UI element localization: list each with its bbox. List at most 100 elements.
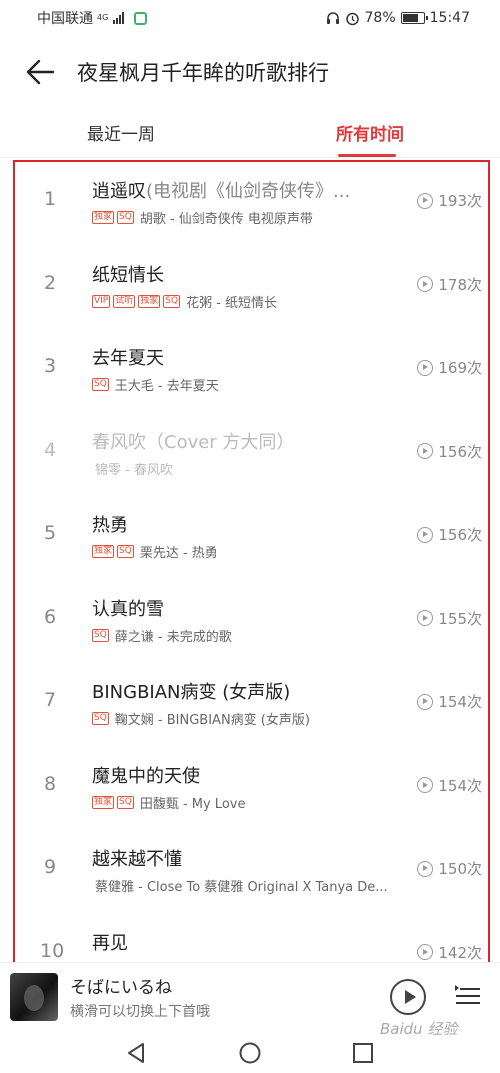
song-title: BINGBIAN病变 (女声版) <box>92 678 392 704</box>
song-meta: SQ 王大毛 - 去年夏天 <box>92 375 412 394</box>
song-title-text: 热勇 <box>92 515 128 536</box>
song-rank: 1 <box>43 188 57 210</box>
play-count-icon <box>417 860 434 877</box>
song-rank: 10 <box>40 939 65 961</box>
song-artist-album: 锦零 - 春风吹 <box>95 462 173 478</box>
song-row[interactable]: 5 热勇 独家 SQ 栗先达 - 热勇 156次 <box>0 494 500 578</box>
play-count-icon <box>417 693 434 710</box>
song-title-text: 春风吹（Cover 方大同） <box>92 431 295 453</box>
song-artist-album: 蔡健雅 - Close To 蔡健雅 Original X Tanya De..… <box>95 880 388 895</box>
playlist-queue-button[interactable] <box>454 981 484 1011</box>
song-meta: 独家 SQ 胡歌 - 仙剑奇侠传 电视原声带 <box>92 208 412 227</box>
song-badge: SQ <box>117 795 134 809</box>
song-title: 认真的雪 <box>92 595 392 621</box>
nav-recents-icon[interactable] <box>351 1041 375 1065</box>
song-row[interactable]: 10 再见 SQ 142次 <box>0 912 500 961</box>
song-meta: SQ 鞠文娴 - BINGBIAN病变 (女声版) <box>92 709 412 728</box>
song-row[interactable]: 2 纸短情长 VIP 试听 独家 SQ 花粥 - 纸短情长 178次 <box>0 244 500 328</box>
play-count: 150次 <box>417 858 482 879</box>
song-badge: 独家 <box>92 211 115 224</box>
song-title-text: BINGBIAN病变 (女声版) <box>92 682 291 703</box>
song-badge: 独家 <box>92 795 115 809</box>
back-button[interactable] <box>20 52 60 92</box>
song-row[interactable]: 1 逍遥叹(电视剧《仙剑奇侠传》... 独家 SQ 胡歌 - 仙剑奇侠传 电视原声带 19… <box>0 160 500 244</box>
song-row[interactable]: 6 认真的雪 SQ 薛之谦 - 未完成的歌 155次 <box>0 578 500 662</box>
network-label: 4G <box>97 13 109 22</box>
song-title: 越来越不懂 <box>92 845 392 871</box>
song-title: 魔鬼中的天使 <box>92 762 392 788</box>
song-meta: 蔡健雅 - Close To 蔡健雅 Original X Tanya De..… <box>92 876 412 895</box>
song-rank: 5 <box>43 522 57 544</box>
song-artist-album: 田馥甄 - My Love <box>139 796 246 812</box>
song-artist-album: 花粥 - 纸短情长 <box>186 295 278 311</box>
play-count-text: 169次 <box>438 359 482 377</box>
song-row[interactable]: 7 BINGBIAN病变 (女声版) SQ 鞠文娴 - BINGBIAN病变 (女声版… <box>0 661 500 745</box>
song-meta: 独家 SQ 田馥甄 - My Love <box>92 793 412 812</box>
tab-all-time[interactable]: 所有时间 <box>336 120 404 145</box>
song-rank: 6 <box>43 605 57 628</box>
play-count-icon <box>417 610 434 626</box>
header: 夜星枫月千年眸的听歌排行 <box>0 44 500 100</box>
song-row[interactable]: 4 春风吹（Cover 方大同） 锦零 - 春风吹 156次 <box>0 411 500 495</box>
song-badge: SQ <box>117 211 134 224</box>
nav-back-icon[interactable] <box>125 1041 149 1065</box>
play-count-text: 193次 <box>438 192 482 210</box>
arrow-left-icon <box>26 59 55 85</box>
song-title-text: 魔鬼中的天使 <box>92 765 200 787</box>
tab-bar: 最近一周 所有时间 <box>0 108 500 158</box>
play-count: 178次 <box>417 274 482 295</box>
play-count-text: 154次 <box>438 693 482 711</box>
play-count-icon <box>417 443 434 459</box>
song-row[interactable]: 3 去年夏天 SQ 王大毛 - 去年夏天 169次 <box>0 327 500 411</box>
play-count-text: 156次 <box>438 442 482 461</box>
song-title: 热勇 <box>92 511 392 537</box>
clock: 15:47 <box>429 10 470 26</box>
song-badge: 独家 <box>138 294 161 308</box>
play-count-icon <box>417 777 434 793</box>
carrier-label: 中国联通 <box>37 11 93 27</box>
song-rank: 9 <box>43 856 57 878</box>
song-title: 逍遥叹(电视剧《仙剑奇侠传》... <box>92 177 392 203</box>
nav-home-icon[interactable] <box>238 1041 262 1065</box>
song-row[interactable]: 9 越来越不懂蔡健雅 - Close To 蔡健雅 Original X Tany… <box>0 828 500 912</box>
song-title-text: 逍遥叹 <box>92 181 146 202</box>
song-rank: 8 <box>43 772 57 795</box>
song-artist-album: 胡歌 - 仙剑奇侠传 电视原声带 <box>139 212 313 227</box>
playlist-icon <box>455 985 480 1004</box>
song-badge: SQ <box>163 294 181 308</box>
headset-icon <box>326 12 339 24</box>
song-artist-album: 鞠文娴 - BINGBIAN病变 (女声版) <box>114 713 310 728</box>
song-title-text: 越来越不懂 <box>92 849 182 870</box>
page-title: 夜星枫月千年眸的听歌排行 <box>77 61 329 85</box>
play-count-text: 154次 <box>438 776 482 795</box>
play-button[interactable] <box>390 979 426 1015</box>
song-row[interactable]: 8 魔鬼中的天使独家 SQ 田馥甄 - My Love 154次 <box>0 745 500 829</box>
song-title-text: 认真的雪 <box>92 598 164 620</box>
song-artist-album: 王大毛 - 去年夏天 <box>114 379 219 394</box>
battery-percent: 78% <box>364 10 396 26</box>
play-count-icon <box>417 526 434 543</box>
play-count-text: 142次 <box>438 943 482 961</box>
song-title-text: 再见 <box>92 932 128 954</box>
song-artist-album: 栗先达 - 热勇 <box>139 546 218 561</box>
play-count: 156次 <box>417 441 482 462</box>
song-title-text: 去年夏天 <box>92 348 164 369</box>
song-badge: SQ <box>117 545 134 558</box>
album-cover[interactable] <box>10 973 58 1021</box>
song-rank-list[interactable]: 1 逍遥叹(电视剧《仙剑奇侠传》... 独家 SQ 胡歌 - 仙剑奇侠传 电视原声带 19… <box>0 160 500 960</box>
song-title-text: 纸短情长 <box>92 264 164 286</box>
now-playing-hint: 横滑可以切换上下首哦 <box>70 1004 210 1020</box>
song-title: 纸短情长 <box>92 261 392 287</box>
song-title: 去年夏天 <box>92 344 392 370</box>
song-badge: SQ <box>92 378 109 391</box>
play-count: 169次 <box>417 357 482 378</box>
play-count-text: 178次 <box>438 275 482 294</box>
play-count: 155次 <box>417 608 482 629</box>
song-meta: VIP 试听 独家 SQ 花粥 - 纸短情长 <box>92 292 412 311</box>
song-badge: SQ <box>92 959 109 960</box>
song-rank: 7 <box>43 689 57 711</box>
tab-recent-week[interactable]: 最近一周 <box>87 120 155 145</box>
song-badge: VIP <box>92 294 111 308</box>
song-badge: SQ <box>92 712 109 725</box>
play-count-icon <box>417 944 434 960</box>
